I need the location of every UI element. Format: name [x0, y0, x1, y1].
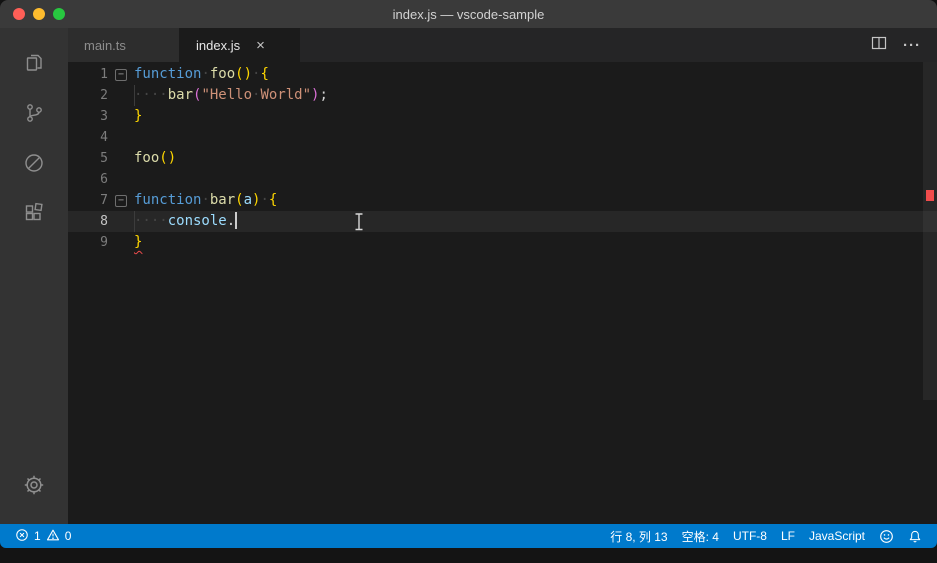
tab-label: index.js	[196, 37, 241, 53]
close-tab-icon[interactable]: ×	[256, 38, 265, 53]
line-number: 5	[100, 151, 108, 166]
feedback-smiley-icon[interactable]	[874, 529, 899, 544]
editor-lines: 1− function·foo()·{2 ····bar("Hello·World"…	[68, 64, 937, 253]
debug-disabled-icon[interactable]	[10, 138, 58, 188]
editor-actions: ···	[855, 28, 937, 62]
zoom-window-button[interactable]	[53, 8, 65, 20]
code-line[interactable]: 7− function·bar(a)·{	[68, 190, 937, 211]
code-text: foo()	[134, 150, 177, 166]
fold-collapse-icon[interactable]: −	[108, 64, 134, 85]
cursor-position[interactable]: 行 8, 列 13	[605, 528, 672, 545]
eol-setting[interactable]: LF	[776, 529, 800, 543]
settings-gear-icon[interactable]	[10, 460, 58, 510]
code-line[interactable]: 9}	[68, 232, 937, 253]
line-number: 4	[100, 130, 108, 145]
code-line[interactable]: 6	[68, 169, 937, 190]
tab-label: main.ts	[84, 37, 126, 53]
indentation-setting[interactable]: 空格: 4	[677, 528, 724, 545]
extensions-icon[interactable]	[10, 188, 58, 238]
code-text: ····bar("Hello·World");	[134, 85, 328, 106]
code-line[interactable]: 3}	[68, 106, 937, 127]
text-caret	[235, 211, 238, 229]
fold-gutter	[108, 211, 134, 232]
warning-count: 0	[64, 529, 72, 543]
explorer-icon[interactable]	[10, 38, 58, 88]
encoding-setting[interactable]: UTF-8	[728, 529, 772, 543]
code-line[interactable]: 4	[68, 127, 937, 148]
close-window-button[interactable]	[13, 8, 25, 20]
code-text: }	[134, 234, 143, 250]
minimize-window-button[interactable]	[33, 8, 45, 20]
fold-gutter	[108, 169, 134, 190]
problems-indicator[interactable]: 1 0	[10, 524, 76, 548]
warning-icon	[46, 528, 60, 545]
fold-gutter	[108, 127, 134, 148]
code-text: }	[134, 108, 143, 124]
vertical-scrollbar[interactable]	[923, 62, 937, 400]
line-number: 2	[100, 88, 108, 103]
vscode-window: index.js — vscode-sample main.ts index.j…	[0, 0, 937, 563]
source-control-icon[interactable]	[10, 88, 58, 138]
code-text: ····console.	[134, 211, 238, 232]
code-line[interactable]: 8 ····console.	[68, 211, 937, 232]
fold-gutter	[108, 148, 134, 169]
code-line[interactable]: 2 ····bar("Hello·World");	[68, 85, 937, 106]
overview-ruler-error-marker	[926, 190, 934, 201]
split-editor-icon[interactable]	[871, 35, 887, 56]
fold-gutter	[108, 85, 134, 106]
code-line[interactable]: 1− function·foo()·{	[68, 64, 937, 85]
error-icon	[15, 528, 29, 545]
line-number: 9	[100, 235, 108, 250]
tab-index-js[interactable]: index.js ×	[180, 28, 300, 62]
notifications-bell-icon[interactable]	[903, 529, 927, 544]
more-actions-icon[interactable]: ···	[903, 37, 921, 54]
main-area: main.ts index.js × ··· 1 − function·foo(…	[0, 28, 937, 524]
traffic-lights	[13, 8, 65, 20]
tab-main-ts[interactable]: main.ts	[68, 28, 180, 62]
line-number: 6	[100, 172, 108, 187]
language-mode[interactable]: JavaScript	[804, 529, 870, 543]
window-bottom-edge	[0, 548, 937, 563]
status-bar: 1 0 行 8, 列 13 空格: 4 UTF-8 LF JavaScript	[0, 524, 937, 548]
line-number: 7	[100, 193, 108, 208]
activity-bar	[0, 28, 68, 524]
code-text: function·bar(a)·{	[134, 192, 278, 208]
error-count: 1	[34, 529, 41, 543]
fold-gutter	[108, 232, 134, 253]
tab-bar: main.ts index.js × ···	[68, 28, 937, 62]
line-number: 8	[100, 214, 108, 229]
code-editor[interactable]: 1− function·foo()·{2 ····bar("Hello·World"…	[68, 62, 937, 524]
line-number: 1	[100, 67, 108, 82]
status-bar-right: 行 8, 列 13 空格: 4 UTF-8 LF JavaScript	[605, 528, 927, 545]
editor-group: main.ts index.js × ··· 1 − function·foo(…	[68, 28, 937, 524]
code-line[interactable]: 5 foo()	[68, 148, 937, 169]
mouse-ibeam-cursor	[354, 213, 364, 235]
line-number: 3	[100, 109, 108, 124]
fold-gutter	[108, 106, 134, 127]
title-bar: index.js — vscode-sample	[0, 0, 937, 28]
fold-collapse-icon[interactable]: −	[108, 190, 134, 211]
code-text: function·foo()·{	[134, 66, 269, 82]
window-title: index.js — vscode-sample	[392, 6, 545, 22]
